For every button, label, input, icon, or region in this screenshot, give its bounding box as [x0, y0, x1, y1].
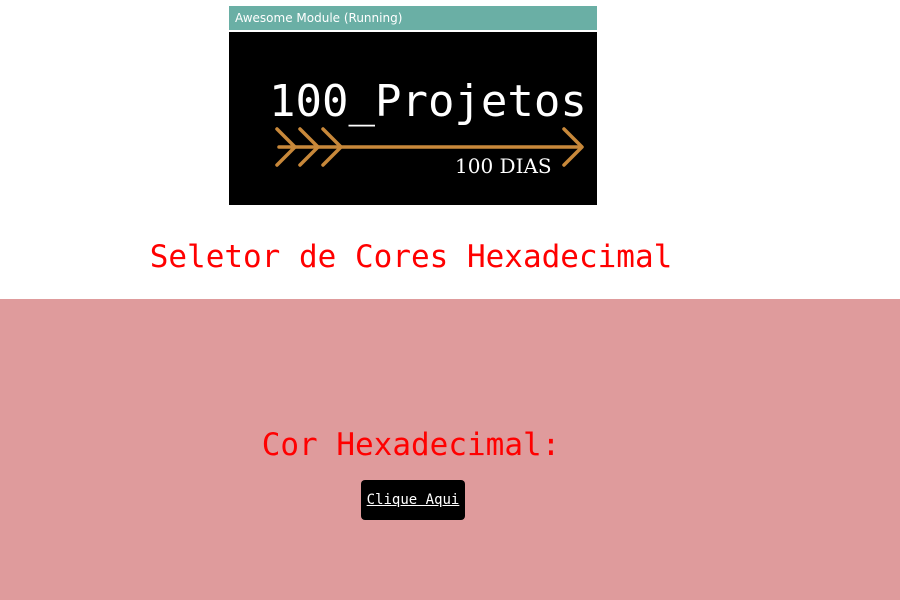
color-preview-panel: Cor Hexadecimal: Clique Aqui: [0, 299, 900, 600]
logo-title: 100_Projetos: [269, 76, 587, 127]
generate-color-button[interactable]: Clique Aqui: [361, 480, 465, 520]
hex-color-label: Cor Hexadecimal:: [261, 427, 561, 463]
logo-subtitle: 100 DIAS: [455, 154, 552, 178]
project-logo: 100_Projetos 100 DIAS: [229, 32, 597, 205]
page: Awesome Module (Running) 100_Projetos 10…: [0, 0, 900, 600]
module-banner: Awesome Module (Running) 100_Projetos 10…: [229, 6, 597, 205]
module-titlebar: Awesome Module (Running): [229, 6, 597, 30]
page-title: Seletor de Cores Hexadecimal: [149, 239, 673, 275]
